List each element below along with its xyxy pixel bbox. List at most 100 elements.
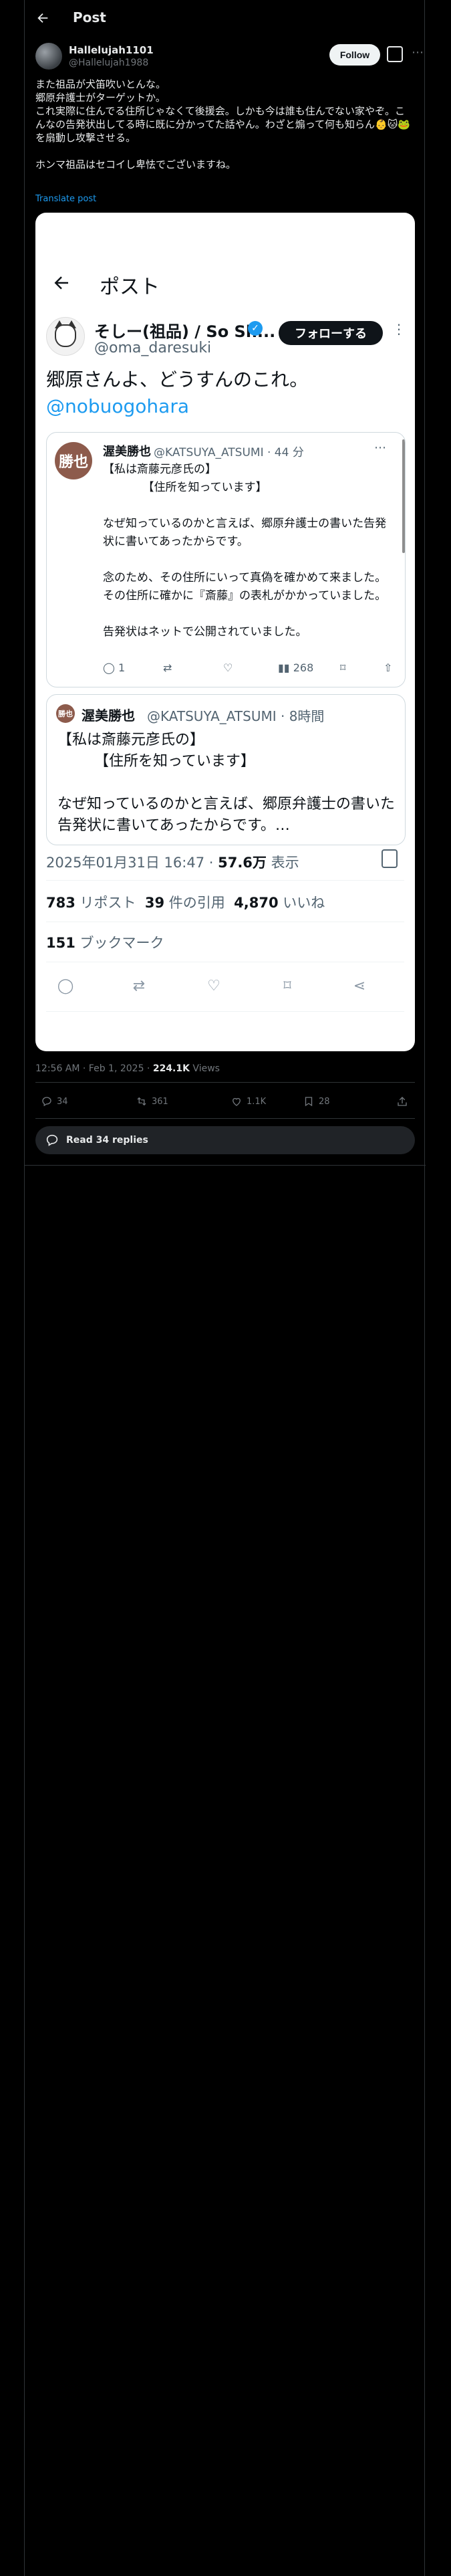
views-count: 268	[293, 661, 314, 674]
avatar: 勝也	[55, 442, 92, 479]
quote-line: なぜ知っているのかと言えば、郷原弁護士の書いた告発状に書いてあったからです。…	[57, 796, 395, 834]
quoted-post: 勝也 渥美勝也 @KATSUYA_ATSUMI · 8時間 【私は斎藤元彦氏の】…	[46, 694, 406, 845]
quote-line: 【住所を知っています】	[103, 481, 267, 494]
reply-icon: ◯	[57, 978, 74, 994]
translate-link[interactable]: Translate post	[35, 194, 96, 204]
reposts-count: 783	[46, 895, 76, 911]
avatar: 勝也	[56, 704, 75, 723]
reply-count: 1	[118, 661, 126, 674]
repost-count: 361	[152, 1096, 168, 1107]
more-icon: ⋮	[392, 321, 406, 337]
like-icon: ♡	[207, 978, 220, 994]
follow-button[interactable]: Follow	[329, 44, 380, 66]
like-icon: ♡	[223, 661, 233, 674]
quoted-post: 勝也 渥美勝也 @KATSUYA_ATSUMI · 44 分 ⋯ 【私は斎藤元彦…	[46, 432, 406, 687]
embedded-author-handle: @oma_daresuki	[94, 340, 212, 356]
bookmark-button[interactable]: 28	[303, 1095, 330, 1107]
quote-line: なぜ知っているのかと言えば、郷原弁護士の書いた告発状に書いてあったからです。	[103, 517, 387, 548]
action-bar: 34 361 1.1K 28	[35, 1091, 415, 1114]
quote-text: 【私は斎藤元彦氏の】 【住所を知っています】 なぜ知っているのかと言えば、郷原弁…	[57, 730, 398, 837]
divider	[35, 1082, 415, 1083]
divider	[25, 1165, 426, 1166]
avatar[interactable]	[35, 43, 62, 70]
tweet-text: また祖品が犬笛吹いとんな。 郷原弁護士がターゲットか。 これ実際に住んでる住所じ…	[35, 78, 415, 171]
more-icon[interactable]: ⋯	[410, 45, 426, 62]
quotes-label: 件の引用	[164, 895, 235, 911]
quote-author-name: 渥美勝也	[82, 708, 135, 724]
repost-icon: ⇄	[132, 978, 146, 994]
quote-author-meta: @KATSUYA_ATSUMI · 8時間	[147, 708, 325, 724]
quotes-count: 39	[144, 895, 165, 911]
more-icon: ⋯	[374, 441, 386, 455]
reply-icon	[42, 1097, 51, 1107]
tweet-line	[35, 144, 415, 158]
quote-line: 告発状はネットで公開されていました。	[103, 625, 307, 639]
tweet-line: ホンマ祖品はセコイし卑怯でございますね。	[35, 158, 237, 171]
reply-button[interactable]: 34	[41, 1095, 68, 1107]
chat-bubble-icon	[46, 1134, 58, 1146]
post-time[interactable]: 12:56 AM · Feb 1, 2025 ·	[35, 1063, 153, 1074]
scrollbar	[402, 439, 405, 553]
analytics-icon	[382, 849, 398, 868]
embedded-follow-button: フォローする	[279, 321, 383, 345]
quote-line	[57, 772, 398, 794]
quote-line: 【私は斎藤元彦氏の】	[103, 463, 216, 476]
divider	[46, 1011, 404, 1012]
divider	[46, 880, 404, 881]
tweet-line: また祖品が犬笛吹いとんな。	[35, 78, 166, 90]
quote-line: その住所に確かに『斎藤』の表札がかかっていました。	[103, 589, 387, 603]
screen-title: ポスト	[100, 276, 160, 299]
embedded-timestamp: 2025年01月31日 16:47 · 57.6万 表示	[46, 852, 299, 872]
author-handle[interactable]: @Hallelujah1988	[69, 58, 148, 68]
main-column: Post Hallelujah1101 @Hallelujah1988 Foll…	[24, 0, 426, 2576]
post-meta: 12:56 AM · Feb 1, 2025 · 224.1K Views	[35, 1063, 220, 1074]
share-button[interactable]	[396, 1095, 408, 1107]
back-arrow-icon	[54, 276, 68, 290]
bookmarks-label: ブックマーク	[75, 935, 164, 951]
views-count: 57.6万	[218, 855, 267, 871]
embedded-stats: 783 リポスト 39 件の引用 4,870 いいね	[46, 892, 325, 912]
repost-icon	[137, 1097, 146, 1106]
reply-icon: ◯ 1	[103, 661, 126, 674]
reply-count: 34	[57, 1096, 68, 1107]
share-icon	[398, 1097, 407, 1106]
quote-line: 念のため、その住所にいって真偽を確かめて来ました。	[103, 571, 387, 584]
quote-line	[103, 605, 397, 623]
quote-line: 【私は斎藤元彦氏の】	[57, 732, 205, 748]
tweet-line: 郷原弁護士がターゲットか。	[35, 92, 166, 104]
quote-line	[103, 551, 397, 569]
quote-actions: ◯ 1 ⇄ ♡ ▮▮ 268 ⌑ ⇧	[103, 661, 397, 677]
author-row: Hallelujah1101 @Hallelujah1988 Follow ⋯	[35, 43, 424, 72]
like-count: 1.1K	[247, 1096, 267, 1107]
timestamp-text: 2025年01月31日 16:47 ·	[46, 855, 218, 871]
embedded-text: 郷原さんよ、どうすんのこれ。	[46, 368, 309, 391]
mention-link: @nobuogohara	[46, 395, 190, 417]
back-arrow-icon[interactable]	[35, 11, 50, 25]
views-label: 表示	[266, 855, 299, 871]
embedded-actions: ◯ ⇄ ♡ ⌑ ⋖	[46, 976, 404, 996]
embedded-bookmarks: 151 ブックマーク	[46, 932, 164, 952]
bookmark-icon	[305, 1097, 313, 1107]
verified-badge-icon: ✓	[248, 321, 263, 336]
embedded-screenshot[interactable]: ポスト そしー(祖品) / So Sh... ✓ @oma_daresuki フ…	[35, 213, 415, 1051]
read-replies-button[interactable]: Read 34 replies	[35, 1126, 415, 1154]
top-header: Post	[25, 0, 426, 35]
views-count: 224.1K	[152, 1063, 190, 1074]
like-button[interactable]: 1.1K	[231, 1095, 266, 1107]
quote-line: 【住所を知っています】	[57, 753, 255, 770]
like-icon	[233, 1097, 241, 1106]
share-icon: ⇧	[384, 661, 393, 674]
quote-text: 【私は斎藤元彦氏の】 【住所を知っています】 なぜ知っているのかと言えば、郷原弁…	[103, 461, 397, 641]
author-name[interactable]: Hallelujah1101	[69, 44, 154, 56]
bookmark-count: 28	[319, 1096, 330, 1107]
quote-author-meta: @KATSUYA_ATSUMI · 44 分	[154, 446, 304, 459]
page-title: Post	[73, 9, 106, 25]
repost-icon: ⇄	[163, 661, 172, 674]
repost-button[interactable]: 361	[136, 1095, 168, 1107]
likes-count: 4,870	[234, 895, 279, 911]
quote-line	[103, 497, 397, 515]
read-replies-label: Read 34 replies	[66, 1135, 148, 1146]
tweet-line: これ実際に住んでる住所じゃなくて後援会。しかも今は誰も住んでない家やぞ。こんなの…	[35, 105, 411, 144]
grok-icon[interactable]	[387, 46, 403, 62]
divider	[35, 1118, 415, 1119]
